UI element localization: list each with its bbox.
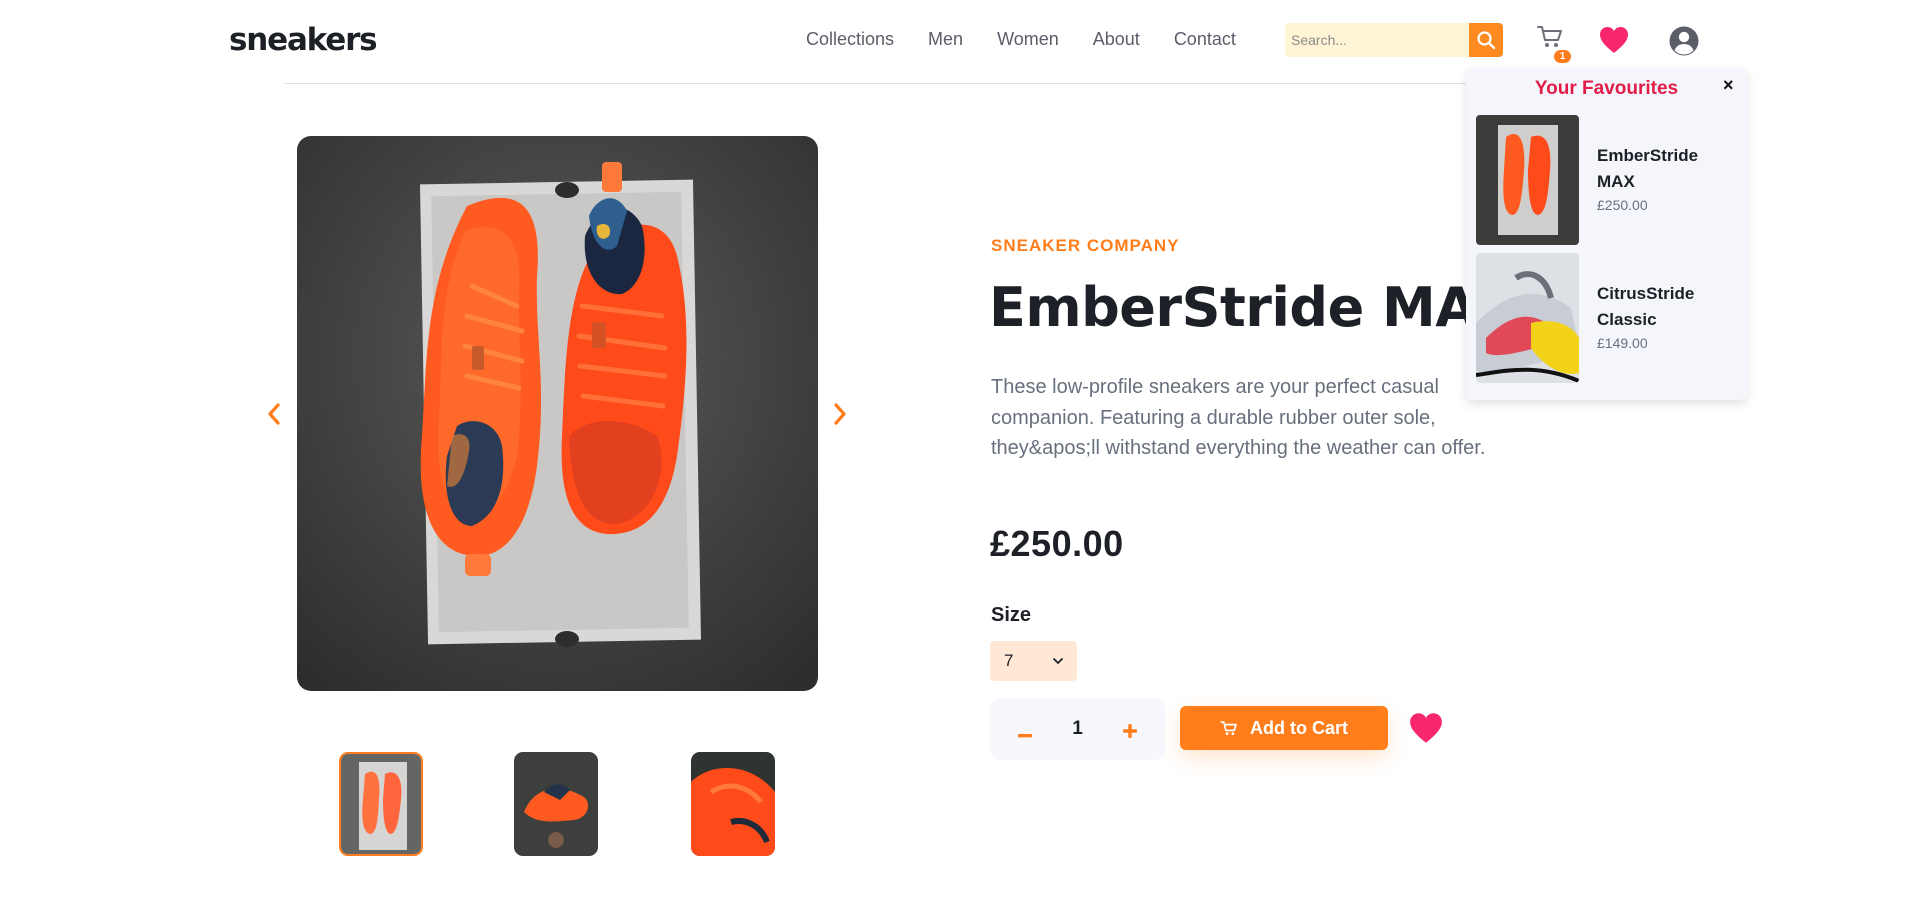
heart-icon bbox=[1410, 713, 1442, 743]
favourite-item[interactable]: CitrusStride Classic £149.00 bbox=[1476, 253, 1737, 383]
quantity-value: 1 bbox=[1072, 718, 1083, 739]
product-title: EmberStride MAX bbox=[989, 276, 1518, 339]
search-button[interactable] bbox=[1469, 23, 1503, 57]
nav-men[interactable]: Men bbox=[928, 29, 963, 50]
favourite-item-name: CitrusStride Classic bbox=[1597, 284, 1695, 329]
add-to-cart-label: Add to Cart bbox=[1250, 717, 1348, 738]
favourites-dropdown: Your Favourites × EmberStride MAX £250.0… bbox=[1466, 68, 1747, 400]
next-image-button[interactable] bbox=[827, 398, 853, 430]
favourite-item-price: £250.00 bbox=[1597, 197, 1648, 213]
size-value: 7 bbox=[1004, 651, 1014, 670]
favourites-title: Your Favourites bbox=[1534, 78, 1679, 99]
main-nav: Collections Men Women About Contact bbox=[806, 29, 1236, 50]
chevron-right-icon bbox=[834, 403, 846, 425]
cart-count-badge: 1 bbox=[1554, 50, 1571, 63]
favourites-button[interactable] bbox=[1598, 25, 1630, 60]
nav-collections[interactable]: Collections bbox=[806, 29, 894, 50]
favourite-item-price: £149.00 bbox=[1597, 335, 1648, 351]
product-description: These low-profile sneakers are your perf… bbox=[991, 376, 1486, 459]
add-to-favourites-button[interactable] bbox=[1407, 711, 1445, 750]
add-to-cart-button[interactable]: Add to Cart bbox=[1180, 706, 1388, 750]
size-select[interactable]: 7 bbox=[990, 641, 1077, 681]
search-input[interactable] bbox=[1285, 23, 1470, 57]
chevron-left-icon bbox=[268, 403, 280, 425]
plus-icon bbox=[1122, 724, 1137, 738]
chevron-down-icon bbox=[1053, 657, 1063, 664]
decrease-quantity-button[interactable] bbox=[1018, 716, 1032, 742]
cart-icon bbox=[1537, 26, 1562, 47]
thumbnail-2[interactable] bbox=[514, 752, 598, 856]
product-price: £250.00 bbox=[990, 523, 1124, 564]
favourite-item[interactable]: EmberStride MAX £250.00 bbox=[1476, 115, 1737, 245]
heart-icon bbox=[1600, 27, 1628, 53]
favourite-item-image bbox=[1476, 115, 1579, 245]
quantity-stepper: 1 bbox=[990, 698, 1165, 760]
nav-about[interactable]: About bbox=[1093, 29, 1140, 50]
thumbnail-1[interactable] bbox=[339, 752, 423, 856]
close-favourites-button[interactable]: × bbox=[1723, 75, 1734, 96]
logo[interactable]: sneakers bbox=[229, 22, 378, 58]
cart-icon bbox=[1220, 720, 1237, 735]
main-product-image[interactable] bbox=[297, 136, 818, 691]
thumbnail-3[interactable] bbox=[691, 752, 775, 856]
account-button[interactable] bbox=[1668, 25, 1700, 62]
nav-women[interactable]: Women bbox=[997, 29, 1059, 50]
nav-contact[interactable]: Contact bbox=[1174, 29, 1236, 50]
minus-icon bbox=[1018, 734, 1032, 738]
size-label: Size bbox=[991, 604, 1032, 626]
company-label: SNEAKER COMPANY bbox=[991, 236, 1180, 255]
search-icon bbox=[1477, 31, 1496, 50]
previous-image-button[interactable] bbox=[261, 398, 287, 430]
increase-quantity-button[interactable] bbox=[1122, 716, 1137, 742]
favourite-item-name: EmberStride MAX bbox=[1597, 146, 1699, 191]
user-icon bbox=[1669, 26, 1699, 56]
favourite-item-image bbox=[1476, 253, 1579, 383]
cart-button[interactable]: 1 bbox=[1536, 24, 1571, 63]
